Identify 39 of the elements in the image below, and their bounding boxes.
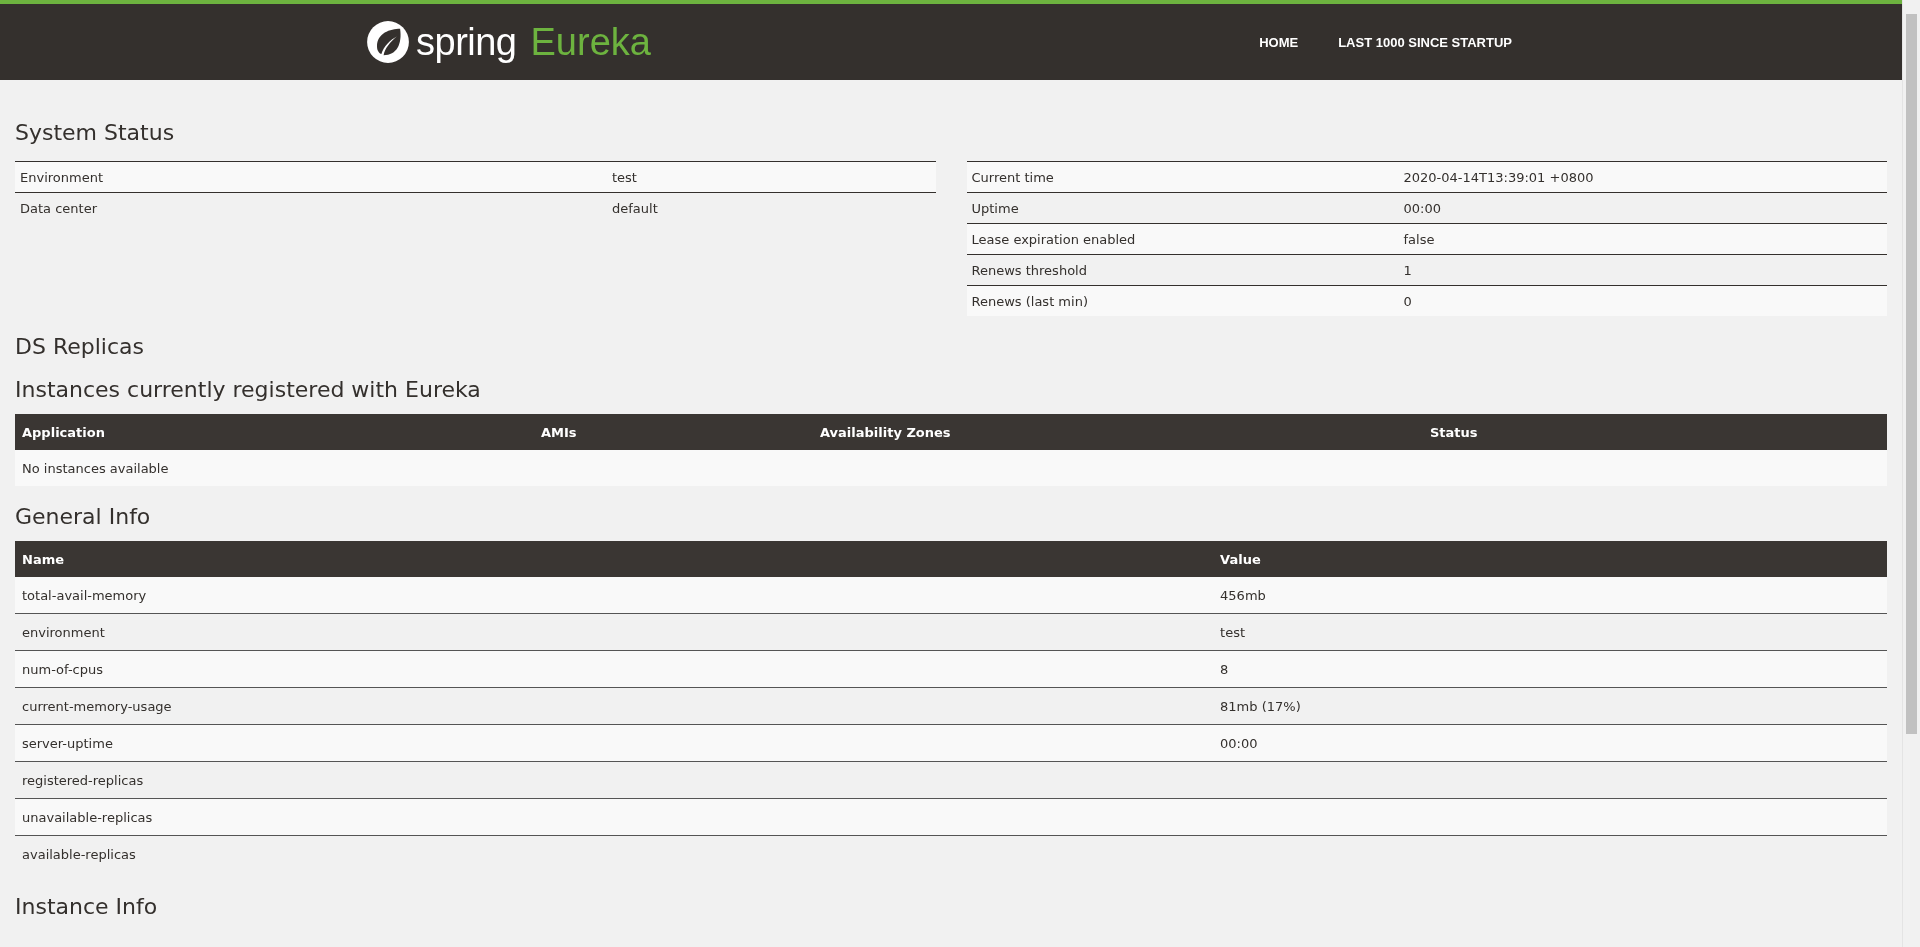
table-cell: 0 xyxy=(1398,285,1887,316)
column-header: Availability Zones xyxy=(813,414,1423,450)
table-cell: Lease expiration enabled xyxy=(966,223,1399,255)
table-cell: 00:00 xyxy=(1220,735,1258,751)
nav-link[interactable]: LAST 1000 SINCE STARTUP xyxy=(1338,34,1512,50)
column-header: Application xyxy=(15,414,534,450)
table-cell: available-replicas xyxy=(15,835,1214,872)
table-cell: false xyxy=(1398,223,1887,255)
table-cell: 456mb xyxy=(1220,587,1266,603)
table-cell: default xyxy=(607,192,936,223)
section-heading: General Info xyxy=(15,504,152,529)
table-cell: Renews (last min) xyxy=(966,285,1399,316)
logo-wordmark: spring xyxy=(416,20,517,64)
table-cell: Current time xyxy=(966,161,1399,193)
section-heading: DS Replicas xyxy=(15,334,145,359)
table-cell: Data center xyxy=(15,192,607,223)
table-cell: test xyxy=(607,161,936,193)
section-heading: System Status xyxy=(15,120,176,145)
table-cell: 8 xyxy=(1220,661,1229,677)
table-cell: Environment xyxy=(15,161,607,193)
column-header: AMIs xyxy=(534,414,813,450)
logo-title: Eureka xyxy=(530,20,651,64)
nav-link[interactable]: HOME xyxy=(1259,34,1299,50)
column-header: Status xyxy=(1423,414,1887,450)
table-cell: num-of-cpus xyxy=(15,650,1214,688)
table-cell: 2020-04-14T13:39:01 +0800 xyxy=(1398,161,1887,193)
table-cell: server-uptime xyxy=(15,724,1214,762)
column-header: Value xyxy=(1213,541,1887,577)
column-header: Name xyxy=(15,541,1214,577)
section-heading: Instance Info xyxy=(15,894,159,919)
scrollbar[interactable] xyxy=(1902,0,1920,947)
table-cell: test xyxy=(1220,624,1246,640)
table-cell: unavailable-replicas xyxy=(15,798,1214,836)
table-cell: 81mb (17%) xyxy=(1220,698,1301,714)
scrollbar-thumb[interactable] xyxy=(1906,14,1917,734)
table-cell: total-avail-memory xyxy=(15,577,1214,614)
leaf-logo-icon xyxy=(366,20,410,64)
table-cell: No instances available xyxy=(15,450,1887,486)
section-heading: Instances currently registered with Eureka xyxy=(15,377,482,402)
